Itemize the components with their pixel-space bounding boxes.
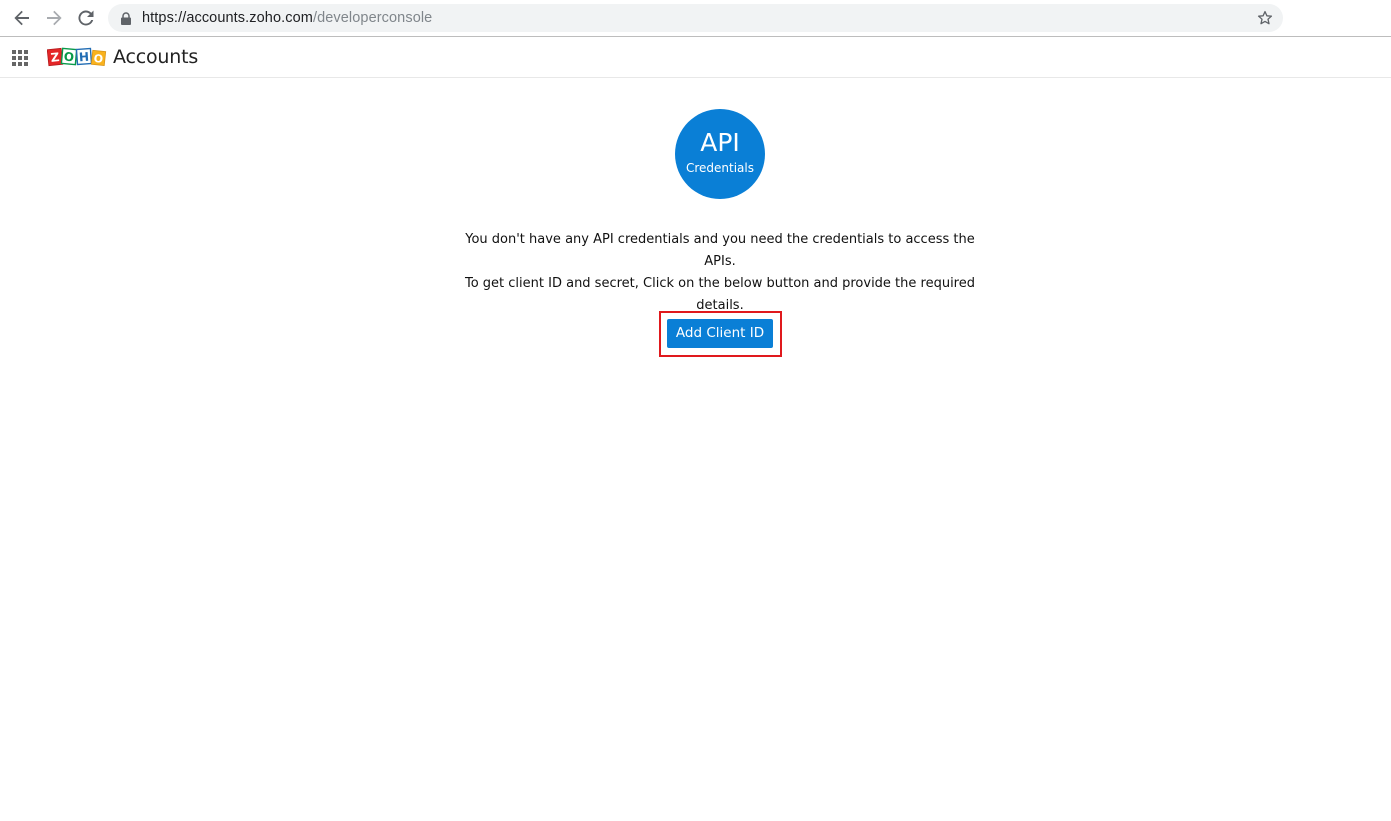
empty-state-message: You don't have any API credentials and y… [455,229,985,317]
back-button[interactable] [11,7,33,29]
message-line: You don't have any API credentials and y… [465,232,975,269]
url-host: https://accounts.zoho.com [142,10,313,26]
lock-icon [121,12,131,25]
arrow-right-icon [47,10,62,26]
logo-letter: O [63,50,74,65]
forward-button[interactable] [43,7,65,29]
app-header: Z O H O Accounts [0,37,1391,78]
api-credentials-badge: API Credentials [675,109,765,199]
star-icon[interactable] [1257,10,1273,26]
apps-grid-icon[interactable] [12,50,28,66]
app-title[interactable]: Accounts [113,46,198,68]
logo-letter: H [79,50,90,65]
badge-title: API [700,128,740,157]
url-text[interactable]: https://accounts.zoho.com/developerconso… [142,9,432,27]
add-client-id-button[interactable]: Add Client ID [667,319,773,348]
url-path: /developerconsole [312,10,433,26]
reload-icon [78,10,94,26]
arrow-left-icon [14,10,29,26]
reload-button[interactable] [75,7,97,29]
address-bar[interactable]: https://accounts.zoho.com/developerconso… [108,4,1283,32]
logo-letter: O [93,52,104,66]
badge-subtitle: Credentials [685,161,754,175]
message-line: To get client ID and secret, Click on th… [464,276,975,291]
logo-letter: Z [50,50,60,65]
zoho-logo[interactable]: Z O H O [47,46,107,68]
browser-toolbar: https://accounts.zoho.com/developerconso… [0,0,1391,37]
